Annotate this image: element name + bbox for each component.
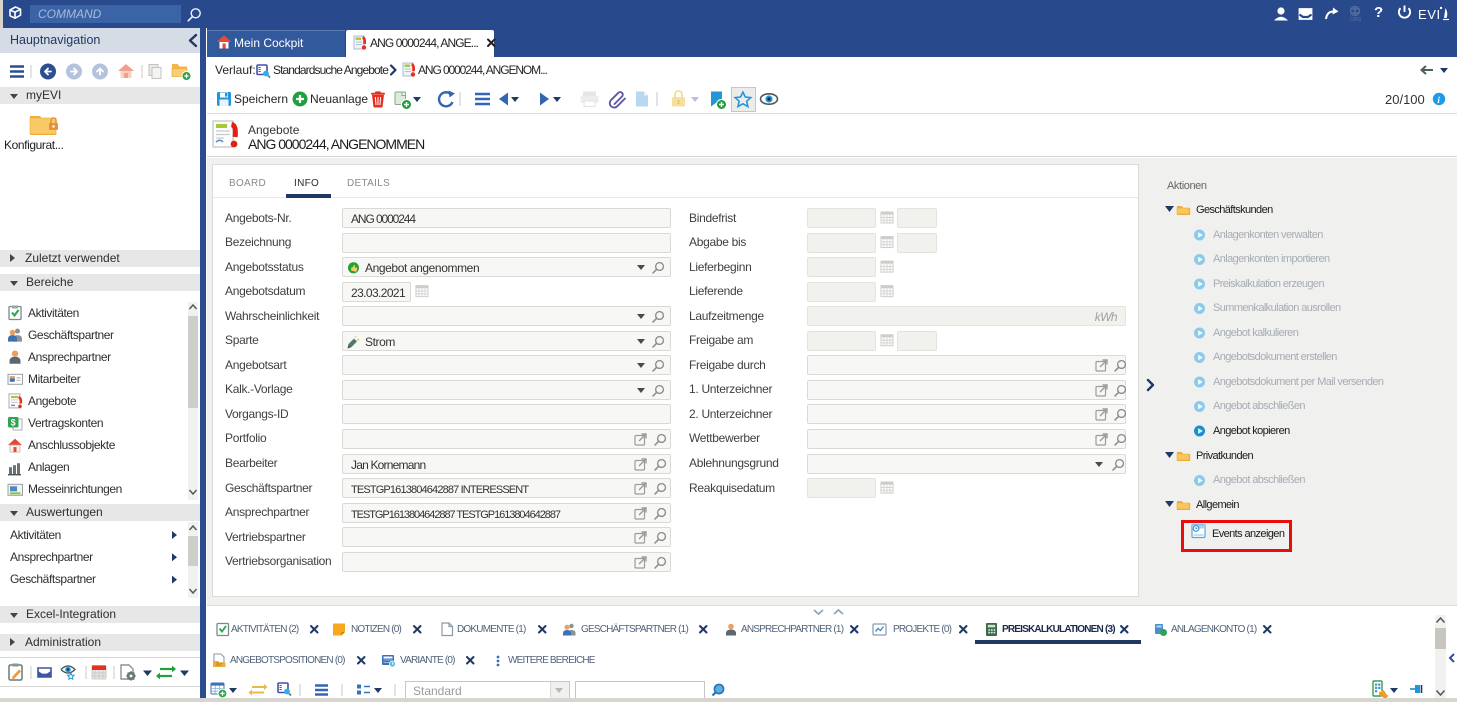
svg-text:ORG: ORG — [1350, 17, 1362, 23]
svg-text:$: $ — [11, 418, 16, 428]
